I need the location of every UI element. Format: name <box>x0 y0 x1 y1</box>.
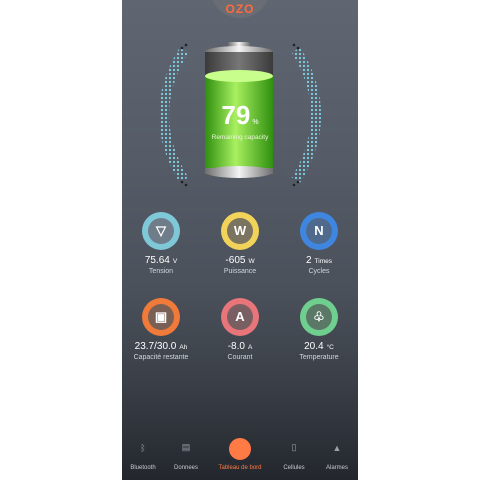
metric-label: Puissance <box>223 268 257 275</box>
metric-unit: Times <box>314 258 332 265</box>
metric-unit: A <box>247 344 253 351</box>
metric-tension: ▽ 75.64 V Tension <box>122 212 200 275</box>
tension-icon: ▽ <box>142 212 180 250</box>
metric-label: Tension <box>148 268 174 275</box>
metric-capacite: ▣ 23.7/30.0 Ah Capacité restante <box>122 298 200 361</box>
metric-label: Courant <box>227 354 253 361</box>
metric-value: 20.4 <box>304 341 324 352</box>
tab-bluetooth[interactable]: ᛒ Bluetooth <box>122 443 167 474</box>
metric-label: Temperature <box>299 354 339 361</box>
data-icon: ▤ <box>181 442 191 452</box>
battery-percent-value: 79 <box>221 100 251 130</box>
metric-value: -605 <box>225 255 246 266</box>
battery-percent-unit: % <box>252 119 259 126</box>
power-icon: W <box>221 212 259 250</box>
metric-value: 23.7/30.0 <box>134 341 177 352</box>
cells-icon: ▯ <box>291 442 297 452</box>
bottom-tab-bar: ᛒ Bluetooth ▤ Donnees ◔ Tableau de bord … <box>122 434 358 480</box>
tab-donnees[interactable]: ▤ Donnees <box>162 442 210 474</box>
brand-logo: OZO <box>210 0 270 18</box>
tab-label: Bluetooth <box>130 465 156 471</box>
tab-tableau-de-bord[interactable]: ◔ Tableau de bord <box>216 443 264 474</box>
metric-unit: W <box>248 258 255 265</box>
tab-label: Alarmes <box>325 465 348 471</box>
metric-unit: V <box>172 258 178 265</box>
tab-alarmes[interactable]: ▲ Alarmes <box>313 443 358 474</box>
cycles-icon: N <box>300 212 338 250</box>
metric-value: -8.0 <box>227 341 245 352</box>
tab-label: Donnees <box>173 465 199 471</box>
battery-caption: Remaining capacity <box>211 134 269 141</box>
temperature-icon: ♧ <box>300 298 338 336</box>
alarm-icon: ▲ <box>332 443 342 453</box>
current-icon: A <box>221 298 259 336</box>
tab-label: Cellules <box>283 465 305 471</box>
capacity-icon: ▣ <box>142 298 180 336</box>
metric-label: Capacité restante <box>133 354 189 361</box>
metric-value: 2 <box>305 255 312 266</box>
metric-courant: A -8.0 A Courant <box>201 298 279 361</box>
phone-screen: OZO 79 % Remaining capacity ▽ 75.64 V Te… <box>122 0 358 480</box>
metric-value: 75.64 <box>144 255 170 266</box>
battery-percent: 79% <box>122 100 358 131</box>
bluetooth-icon: ᛒ <box>140 443 146 453</box>
metric-puissance: W -605 W Puissance <box>201 212 279 275</box>
metric-unit: Ah <box>179 344 188 351</box>
metric-unit: °C <box>326 344 334 351</box>
tab-cellules[interactable]: ▯ Cellules <box>270 442 318 474</box>
metric-label: Cycles <box>308 268 330 275</box>
metric-temperature: ♧ 20.4 °C Temperature <box>280 298 358 361</box>
tab-label: Tableau de bord <box>218 465 262 471</box>
metric-cycles: N 2 Times Cycles <box>280 212 358 275</box>
brand-logo-text: OZO <box>225 2 255 16</box>
